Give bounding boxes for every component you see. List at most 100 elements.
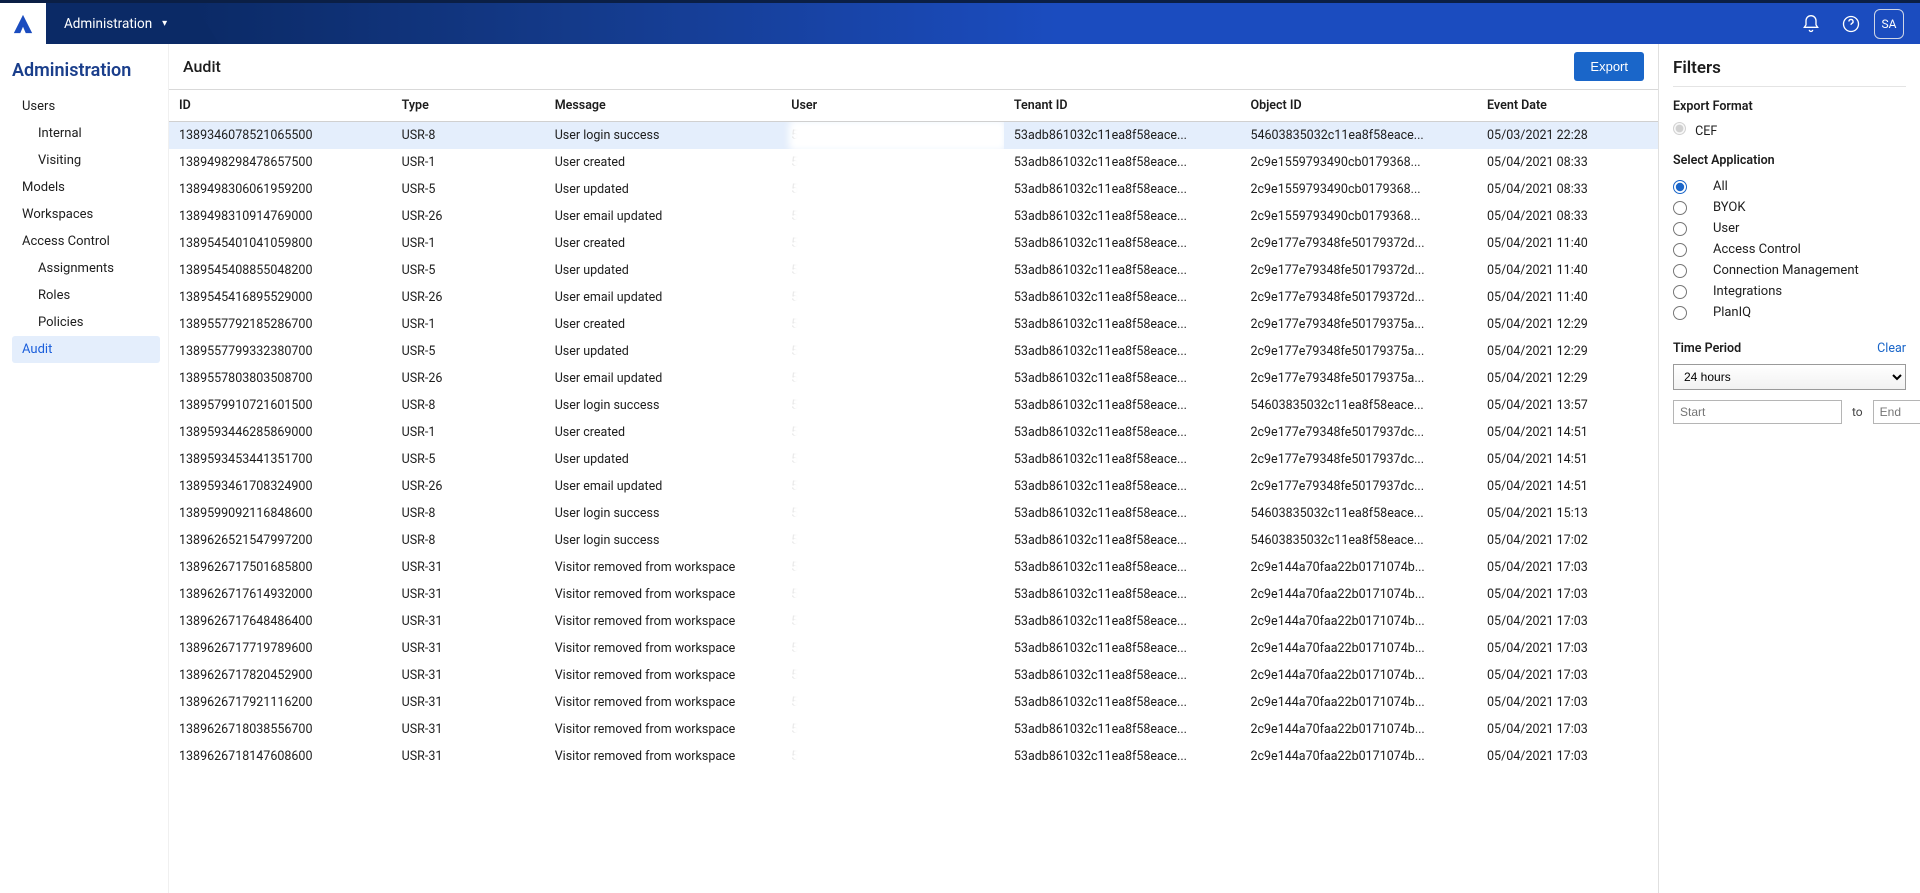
table-row[interactable]: 1389626717921116200USR-31Visitor removed… [169, 689, 1658, 716]
app-filter-connection-management[interactable]: Connection Management [1673, 260, 1906, 281]
sidebar-subitem-roles[interactable]: Roles [12, 282, 160, 309]
top-nav: Administration ▾ SA [0, 0, 1920, 44]
app-filter-label: All [1699, 179, 1728, 194]
table-row[interactable]: 1389626717501685800USR-31Visitor removed… [169, 554, 1658, 581]
table-row[interactable]: 1389626717648486400USR-31Visitor removed… [169, 608, 1658, 635]
app-filter-radio[interactable] [1673, 243, 1687, 257]
time-period-label: Time Period [1673, 341, 1741, 356]
table-row[interactable]: 1389626717614932000USR-31Visitor removed… [169, 581, 1658, 608]
col-user[interactable]: User [781, 90, 1004, 122]
sidebar-item-models[interactable]: Models [12, 174, 160, 201]
table-row[interactable]: 1389498298478657500USR-1User created553a… [169, 149, 1658, 176]
cell-user: 5 [781, 473, 1004, 500]
table-row[interactable]: 1389593453441351700USR-5User updated553a… [169, 446, 1658, 473]
cell-user: 5 [781, 581, 1004, 608]
content-header: Audit Export [169, 44, 1658, 90]
table-row[interactable]: 1389498310914769000USR-26User email upda… [169, 203, 1658, 230]
app-switcher[interactable]: Administration ▾ [46, 3, 193, 44]
export-button[interactable]: Export [1574, 52, 1644, 81]
left-nav: Administration UsersInternalVisitingMode… [0, 44, 168, 893]
sidebar-subitem-assignments[interactable]: Assignments [12, 255, 160, 282]
app-filter-planiq[interactable]: PlanIQ [1673, 302, 1906, 323]
app-filter-radio[interactable] [1673, 180, 1687, 194]
cell-user: 5 [781, 122, 1004, 150]
help-button[interactable] [1834, 7, 1868, 41]
table-row[interactable]: 1389545401041059800USR-1User created553a… [169, 230, 1658, 257]
notifications-button[interactable] [1794, 7, 1828, 41]
divider [1673, 86, 1906, 87]
export-format-radio[interactable] [1673, 122, 1686, 135]
start-date-input[interactable] [1673, 400, 1842, 424]
app-filter-all[interactable]: All [1673, 176, 1906, 197]
table-row[interactable]: 1389579910721601500USR-8User login succe… [169, 392, 1658, 419]
cell-user: 5 [781, 257, 1004, 284]
sidebar-item-access-control[interactable]: Access Control [12, 228, 160, 255]
user-avatar[interactable]: SA [1874, 9, 1904, 39]
to-label: to [1852, 405, 1863, 419]
table-row[interactable]: 1389593446285869000USR-1User created553a… [169, 419, 1658, 446]
table-row[interactable]: 1389346078521065500USR-8User login succe… [169, 122, 1658, 150]
clear-link[interactable]: Clear [1877, 341, 1906, 356]
filters-title: Filters [1673, 58, 1906, 78]
cell-user: 5 [781, 203, 1004, 230]
avatar-initials: SA [1882, 17, 1897, 31]
app-filter-label: PlanIQ [1699, 305, 1751, 320]
table-row[interactable]: 1389626718038556700USR-31Visitor removed… [169, 716, 1658, 743]
sidebar-item-users[interactable]: Users [12, 93, 160, 120]
app-filter-byok[interactable]: BYOK [1673, 197, 1906, 218]
cell-user: 54603835032c11ea8f58eace [781, 743, 1004, 770]
cell-user: 5 [781, 365, 1004, 392]
table-row[interactable]: 1389626521547997200USR-8User login succe… [169, 527, 1658, 554]
end-date-input[interactable] [1873, 400, 1920, 424]
cell-user: 5 [781, 311, 1004, 338]
table-row[interactable]: 1389599092116848600USR-8User login succe… [169, 500, 1658, 527]
nav-title: Administration [12, 60, 160, 81]
select-app-label: Select Application [1673, 153, 1906, 168]
app-filter-label: User [1699, 221, 1739, 236]
app-filter-radio[interactable] [1673, 285, 1687, 299]
main-content: Audit Export IDTypeMessageUserTenant IDO… [168, 44, 1658, 893]
table-row[interactable]: 1389545408855048200USR-5User updated553a… [169, 257, 1658, 284]
table-row[interactable]: 1389593461708324900USR-26User email upda… [169, 473, 1658, 500]
audit-table: IDTypeMessageUserTenant IDObject IDEvent… [169, 90, 1658, 770]
time-period-select[interactable]: 24 hours [1673, 364, 1906, 390]
app-logo[interactable] [0, 3, 46, 44]
sidebar-item-workspaces[interactable]: Workspaces [12, 201, 160, 228]
sidebar-item-audit[interactable]: Audit [12, 336, 160, 363]
audit-table-scroll[interactable]: IDTypeMessageUserTenant IDObject IDEvent… [169, 90, 1658, 893]
export-format-cef[interactable]: CEF [1673, 122, 1717, 139]
col-message[interactable]: Message [545, 90, 782, 122]
app-filter-radio[interactable] [1673, 306, 1687, 320]
app-filter-access-control[interactable]: Access Control [1673, 239, 1906, 260]
help-icon [1841, 14, 1861, 34]
table-row[interactable]: 1389626717719789600USR-31Visitor removed… [169, 635, 1658, 662]
app-filter-label: Connection Management [1699, 263, 1859, 278]
table-row[interactable]: 1389557803803508700USR-26User email upda… [169, 365, 1658, 392]
cell-user: 5 [781, 527, 1004, 554]
table-row[interactable]: 1389557799332380700USR-5User updated553a… [169, 338, 1658, 365]
sidebar-subitem-visiting[interactable]: Visiting [12, 147, 160, 174]
app-filter-radio[interactable] [1673, 264, 1687, 278]
col-tenant-id[interactable]: Tenant ID [1004, 90, 1241, 122]
chevron-down-icon: ▾ [162, 18, 167, 29]
cell-user: 5 [781, 176, 1004, 203]
table-row[interactable]: 1389557792185286700USR-1User created553a… [169, 311, 1658, 338]
table-row[interactable]: 1389626718147608600USR-31Visitor removed… [169, 743, 1658, 770]
table-row[interactable]: 1389545416895529000USR-26User email upda… [169, 284, 1658, 311]
app-filter-label: Integrations [1699, 284, 1782, 299]
cell-user: 5 [781, 662, 1004, 689]
app-filter-user[interactable]: User [1673, 218, 1906, 239]
cell-user: 5 [781, 689, 1004, 716]
app-filter-radio[interactable] [1673, 201, 1687, 215]
col-id[interactable]: ID [169, 90, 392, 122]
col-object-id[interactable]: Object ID [1240, 90, 1477, 122]
app-filter-integrations[interactable]: Integrations [1673, 281, 1906, 302]
table-row[interactable]: 1389498306061959200USR-5User updated553a… [169, 176, 1658, 203]
bell-icon [1801, 14, 1821, 34]
sidebar-subitem-policies[interactable]: Policies [12, 309, 160, 336]
app-filter-radio[interactable] [1673, 222, 1687, 236]
col-type[interactable]: Type [392, 90, 545, 122]
col-event-date[interactable]: Event Date [1477, 90, 1658, 122]
sidebar-subitem-internal[interactable]: Internal [12, 120, 160, 147]
table-row[interactable]: 1389626717820452900USR-31Visitor removed… [169, 662, 1658, 689]
